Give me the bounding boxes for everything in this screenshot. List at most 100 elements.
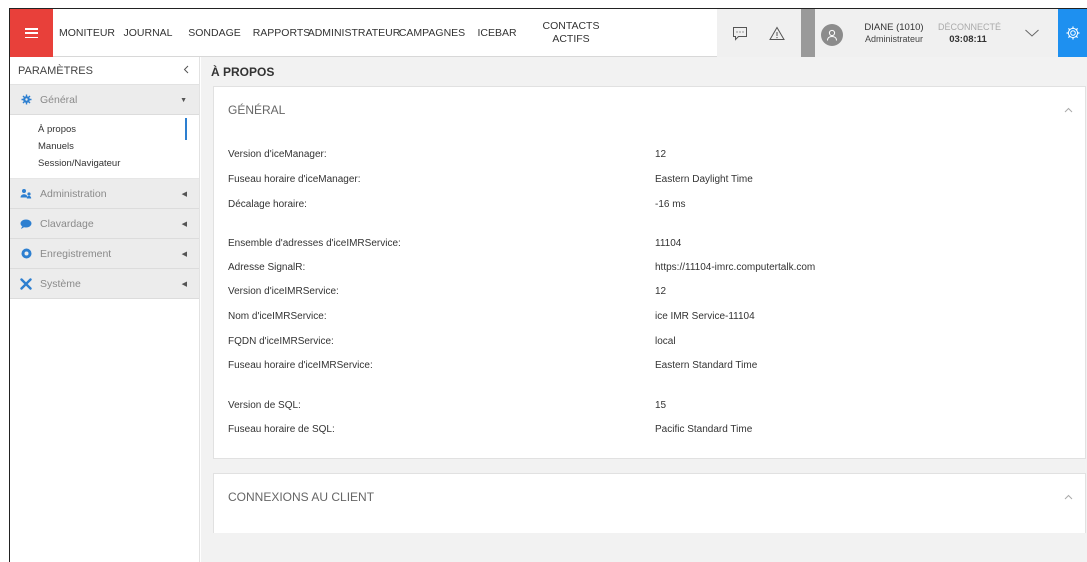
chevron-up-icon[interactable] — [1064, 105, 1073, 116]
info-row: Version d'iceManager: 12 — [228, 149, 1068, 169]
info-key: Nom d'iceIMRService: — [228, 311, 327, 322]
general-card: GÉNÉRAL Version d'iceManager: 12 Fuseau h… — [213, 86, 1086, 459]
chat-icon — [20, 218, 32, 230]
sidebar-section-systeme[interactable]: Système ◀ — [10, 269, 199, 299]
nav-contacts-actifs[interactable]: CONTACTS ACTIFS — [536, 9, 606, 57]
message-icon — [733, 26, 747, 41]
info-row: FQDN d'iceIMRService: local — [228, 336, 1068, 356]
agent-status-timer: 03:08:11 — [949, 34, 987, 45]
caret-left-icon: ◀ — [181, 251, 187, 258]
chevron-left-icon — [183, 65, 189, 73]
chevron-down-icon — [1025, 29, 1039, 37]
sidebar-title: PARAMÈTRES — [18, 64, 93, 77]
info-key: FQDN d'iceIMRService: — [228, 336, 334, 347]
info-key: Fuseau horaire d'iceIMRService: — [228, 360, 373, 371]
sidebar-collapse-button[interactable] — [183, 65, 189, 77]
info-value: -16 ms — [655, 199, 686, 210]
nav-journal[interactable]: JOURNAL — [122, 9, 174, 57]
main-content: À PROPOS GÉNÉRAL Version d'iceManager: 12… — [201, 57, 1087, 562]
info-key: Version d'iceManager: — [228, 149, 327, 160]
sidebar-section-enregistrement[interactable]: Enregistrement ◀ — [10, 239, 199, 269]
nav-icebar[interactable]: ICEBAR — [477, 9, 517, 57]
info-row: Version d'iceIMRService: 12 — [228, 286, 1068, 306]
settings-sidebar: PARAMÈTRES Général ▼ À propos Manuels Se… — [10, 57, 200, 562]
info-row: Fuseau horaire d'iceIMRService: Eastern S… — [228, 360, 1068, 380]
caret-down-icon: ▼ — [180, 96, 187, 104]
users-icon — [20, 188, 32, 200]
user-role: Administrateur — [864, 34, 924, 44]
info-key: Version d'iceIMRService: — [228, 286, 339, 297]
info-value: 12 — [655, 286, 667, 297]
sidebar-section-label: Système — [40, 277, 81, 290]
status-indicator-strip — [801, 9, 815, 57]
alerts-button[interactable] — [759, 9, 795, 57]
sidebar-section-clavardage[interactable]: Clavardage ◀ — [10, 209, 199, 239]
info-key: Fuseau horaire de SQL: — [228, 424, 335, 435]
record-icon — [20, 248, 32, 260]
page-title: À PROPOS — [211, 65, 275, 79]
caret-left-icon: ◀ — [181, 281, 187, 288]
sidebar-section-administration[interactable]: Administration ◀ — [10, 179, 199, 209]
general-card-title: GÉNÉRAL — [228, 103, 286, 117]
general-card-header[interactable]: GÉNÉRAL — [214, 87, 1085, 133]
avatar[interactable] — [821, 24, 843, 46]
top-navigation-bar: MONITEUR JOURNAL SONDAGE RAPPORTS ADMINI… — [10, 9, 1087, 57]
info-value: ice IMR Service-11104 — [655, 311, 755, 322]
info-row: Adresse SignalR: https://11104-imrc.compu… — [228, 262, 1068, 282]
info-row: Ensemble d'adresses d'iceIMRService: 1110… — [228, 238, 1068, 258]
info-value: 11104 — [655, 238, 682, 249]
nav-rapports[interactable]: RAPPORTS — [250, 9, 313, 57]
caret-left-icon: ◀ — [181, 221, 187, 228]
sidebar-section-label: Clavardage — [40, 217, 94, 230]
info-value: Eastern Daylight Time — [655, 174, 753, 185]
info-key: Décalage horaire: — [228, 199, 307, 210]
info-row: Décalage horaire: -16 ms — [228, 199, 1068, 219]
info-value: Eastern Standard Time — [655, 360, 758, 371]
info-value: 15 — [655, 400, 667, 411]
nav-sondage[interactable]: SONDAGE — [186, 9, 243, 57]
nav-administrateur[interactable]: ADMINISTRATEUR — [308, 9, 401, 57]
user-avatar-icon — [827, 29, 837, 41]
user-name: DIANE (1010) — [864, 22, 924, 33]
info-row: Version de SQL: 15 — [228, 400, 1068, 420]
sidebar-item-manuels[interactable]: Manuels — [10, 138, 199, 155]
connexions-card-header[interactable]: CONNEXIONS AU CLIENT — [214, 474, 1085, 520]
info-value: https://11104-imrc.computertalk.com — [655, 262, 816, 273]
caret-left-icon: ◀ — [181, 191, 187, 198]
messages-button[interactable] — [722, 9, 758, 57]
info-row: Nom d'iceIMRService: ice IMR Service-1110… — [228, 311, 1068, 331]
status-dropdown-button[interactable] — [1014, 9, 1050, 57]
nav-campagnes[interactable]: CAMPAGNES — [399, 9, 465, 57]
sidebar-section-label: Général — [40, 93, 78, 106]
sidebar-item-session-navigateur[interactable]: Session/Navigateur — [10, 155, 199, 172]
tools-icon — [20, 277, 32, 290]
info-key: Fuseau horaire d'iceManager: — [228, 174, 361, 185]
sidebar-section-general[interactable]: Général ▼ — [10, 85, 199, 115]
general-submenu: À propos Manuels Session/Navigateur — [10, 115, 199, 179]
nav-moniteur[interactable]: MONITEUR — [59, 9, 115, 57]
info-value: local — [655, 336, 676, 347]
warning-icon — [769, 26, 785, 40]
nav-contacts-line1: CONTACTS — [542, 20, 600, 32]
chevron-up-icon[interactable] — [1064, 492, 1073, 503]
sidebar-section-label: Administration — [40, 187, 107, 200]
sidebar-item-a-propos[interactable]: À propos — [10, 118, 199, 140]
agent-status-label[interactable]: DÉCONNECTÉ — [938, 22, 1001, 33]
settings-button[interactable] — [1058, 9, 1087, 57]
info-key: Adresse SignalR: — [228, 262, 306, 273]
info-key: Version de SQL: — [228, 400, 301, 411]
gear-icon — [1066, 26, 1080, 40]
sidebar-section-label: Enregistrement — [40, 247, 112, 260]
app-window: MONITEUR JOURNAL SONDAGE RAPPORTS ADMINI… — [9, 8, 1087, 562]
gear-icon — [20, 94, 32, 106]
connexions-card-title: CONNEXIONS AU CLIENT — [228, 490, 375, 504]
sidebar-header: PARAMÈTRES — [10, 57, 199, 85]
info-row: Fuseau horaire d'iceManager: Eastern Dayl… — [228, 174, 1068, 194]
info-value: 12 — [655, 149, 667, 160]
connexions-card: CONNEXIONS AU CLIENT — [213, 473, 1086, 533]
info-key: Ensemble d'adresses d'iceIMRService: — [228, 238, 401, 249]
hamburger-menu-button[interactable] — [10, 9, 53, 57]
nav-contacts-line2: ACTIFS — [552, 33, 590, 45]
hamburger-icon — [25, 28, 38, 38]
info-value: Pacific Standard Time — [655, 424, 753, 435]
